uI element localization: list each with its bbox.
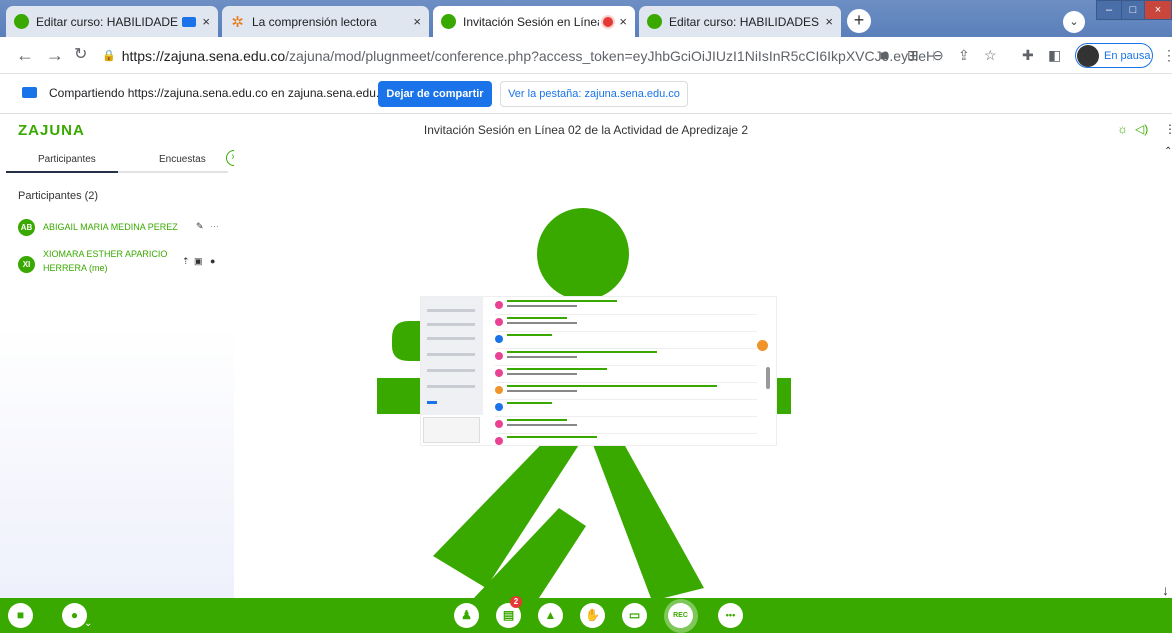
presenter-icon: ⇡ xyxy=(182,256,190,266)
preview-row xyxy=(495,399,757,417)
sena-favicon-icon xyxy=(647,14,662,29)
speaker-icon[interactable]: ◁) xyxy=(1135,122,1148,136)
tab-comprension-lectora[interactable]: ✲ La comprensión lectora × xyxy=(222,6,429,37)
preview-row xyxy=(495,297,757,315)
panel-tabs: Participantes Encuestas xyxy=(0,146,234,174)
side-panel-icon[interactable]: ◧ xyxy=(1048,46,1061,64)
sharing-message: Compartiendo https://zajuna.sena.edu.co … xyxy=(49,86,392,100)
mic-muted-icon: ✎ xyxy=(196,221,204,231)
tab-participantes[interactable]: Participantes xyxy=(38,154,96,165)
close-window-button[interactable]: × xyxy=(1144,0,1172,20)
screen-share-icon xyxy=(22,87,37,98)
tab-title: Invitación Sesión en Línea 02 xyxy=(463,14,599,29)
lock-icon: 🔒 xyxy=(102,50,116,62)
header-menu-icon[interactable]: ⋮ xyxy=(1164,122,1172,136)
participant-name-line1: XIOMARA ESTHER APARICIO xyxy=(43,249,168,259)
tab-close-button[interactable]: × xyxy=(202,14,210,29)
profile-paused-button[interactable]: En pausa xyxy=(1075,43,1153,68)
address-bar[interactable]: 🔒 https://zajuna.sena.edu.co/zajuna/mod/… xyxy=(102,42,934,69)
main-stage: ⌃ xyxy=(234,146,1172,598)
sharing-infobar: Compartiendo https://zajuna.sena.edu.co … xyxy=(0,74,1172,114)
preview-row xyxy=(495,314,757,332)
view-tab-button[interactable]: Ver la pestaña: zajuna.sena.edu.co xyxy=(500,81,688,107)
more-options-button[interactable]: ••• xyxy=(718,603,743,628)
record-button[interactable]: REC xyxy=(668,603,693,628)
back-icon[interactable]: ← xyxy=(16,45,34,65)
chat-unread-badge: 2 xyxy=(510,596,522,608)
preview-row xyxy=(495,433,757,445)
menu-kebab-icon[interactable]: ⋮ xyxy=(1162,46,1172,64)
mic-options-chevron-icon[interactable]: ⌄ xyxy=(84,618,92,629)
theme-toggle-icon[interactable]: ☼ xyxy=(1117,122,1128,136)
share-icon[interactable]: ⇪ xyxy=(958,46,970,64)
avatar: XI xyxy=(18,256,35,273)
logo-head xyxy=(537,208,629,300)
scroll-down-icon[interactable]: ↓ xyxy=(1162,582,1169,598)
conference-toolbar: ■ ● ⌄ ♟ ▤ 2 ▲ ✋ ▭ REC ••• xyxy=(0,596,1172,633)
stop-sharing-button[interactable]: Dejar de compartir xyxy=(378,81,492,107)
zoom-icon[interactable]: ⊖ xyxy=(932,46,944,64)
tab-editar-curso[interactable]: Editar curso: HABILIDADES C × xyxy=(6,6,218,37)
extensions-icon[interactable]: ✚ xyxy=(1022,46,1034,64)
reload-icon[interactable]: ↻ xyxy=(74,45,87,65)
participant-menu-icon[interactable]: ⋯ xyxy=(210,221,219,232)
profile-avatar xyxy=(1077,44,1099,67)
active-tab-indicator xyxy=(6,171,118,173)
tab-title: La comprensión lectora xyxy=(252,14,377,29)
mic-icon: ● xyxy=(210,256,216,266)
participant-row[interactable]: AB ABIGAIL MARIA MEDINA PEREZ ✎ ⋯ xyxy=(18,219,228,239)
app-header: ZAJUNA Invitación Sesión en Línea 02 de … xyxy=(0,114,1172,146)
shared-screen-preview[interactable] xyxy=(421,297,776,445)
maximize-button[interactable]: □ xyxy=(1121,0,1145,20)
browser-toolbar: ← → ↻ 🔒 https://zajuna.sena.edu.co/zajun… xyxy=(0,37,1172,74)
tab-encuestas[interactable]: Encuestas xyxy=(159,154,206,165)
tab-close-button[interactable]: × xyxy=(825,14,833,29)
preview-scrollbar xyxy=(766,367,770,389)
whiteboard-button[interactable]: ▭ xyxy=(622,603,647,628)
tab-editar-curso-2[interactable]: Editar curso: HABILIDADES COGN × xyxy=(639,6,841,37)
tab-search-button[interactable]: ⌄ xyxy=(1063,11,1085,33)
participant-row[interactable]: XI XIOMARA ESTHER APARICIO HERRERA (me) … xyxy=(18,248,228,282)
preview-row xyxy=(495,331,757,349)
translate-icon[interactable]: ⊞ xyxy=(907,46,919,64)
sena-favicon-icon xyxy=(441,14,456,29)
tab-invitacion-sesion[interactable]: Invitación Sesión en Línea 02 × xyxy=(433,6,635,37)
preview-row xyxy=(495,365,757,383)
tab-title: Editar curso: HABILIDADES COGN xyxy=(669,14,820,29)
preview-row xyxy=(495,348,757,366)
profile-status-label: En pausa xyxy=(1104,49,1151,62)
avatar: AB xyxy=(18,219,35,236)
new-tab-button[interactable]: + xyxy=(847,9,871,33)
preview-row xyxy=(495,416,757,434)
share-screen-button[interactable]: ▲ xyxy=(538,603,563,628)
logo-right-leg xyxy=(589,426,704,598)
sena-favicon-icon xyxy=(14,14,29,29)
preview-calendar xyxy=(423,417,480,443)
session-title: Invitación Sesión en Línea 02 de la Acti… xyxy=(423,123,749,137)
sena-logo-favicon-icon: ✲ xyxy=(231,13,244,31)
recording-indicator-icon xyxy=(603,16,614,27)
raise-hand-button[interactable]: ✋ xyxy=(580,603,605,628)
camera-in-use-icon[interactable]: ■ xyxy=(880,46,888,64)
participants-button[interactable]: ♟ xyxy=(454,603,479,628)
screen-share-status-icon: ▣ xyxy=(194,256,203,266)
screen: Editar curso: HABILIDADES C × ✲ La compr… xyxy=(0,0,1172,633)
preview-emoji-icon xyxy=(757,340,768,351)
tab-title: Editar curso: HABILIDADES C xyxy=(36,14,179,29)
forward-icon[interactable]: → xyxy=(46,45,64,65)
participant-name-line2: HERRERA (me) xyxy=(43,263,108,273)
preview-sidebar xyxy=(421,297,483,415)
participant-name: ABIGAIL MARIA MEDINA PEREZ xyxy=(43,222,178,232)
participants-count: Participantes (2) xyxy=(18,190,99,202)
preview-row xyxy=(495,382,757,400)
url-text: https://zajuna.sena.edu.co/zajuna/mod/pl… xyxy=(121,47,934,64)
tab-close-button[interactable]: × xyxy=(619,14,627,29)
sharing-indicator-icon xyxy=(182,16,197,27)
participants-panel: Participantes Encuestas × Participantes … xyxy=(0,146,242,598)
bookmark-star-icon[interactable]: ☆ xyxy=(984,46,997,64)
tab-close-button[interactable]: × xyxy=(413,14,421,29)
webcam-button[interactable]: ■ xyxy=(8,603,33,628)
minimize-button[interactable]: – xyxy=(1096,0,1122,20)
browser-tab-strip: Editar curso: HABILIDADES C × ✲ La compr… xyxy=(0,0,1172,37)
